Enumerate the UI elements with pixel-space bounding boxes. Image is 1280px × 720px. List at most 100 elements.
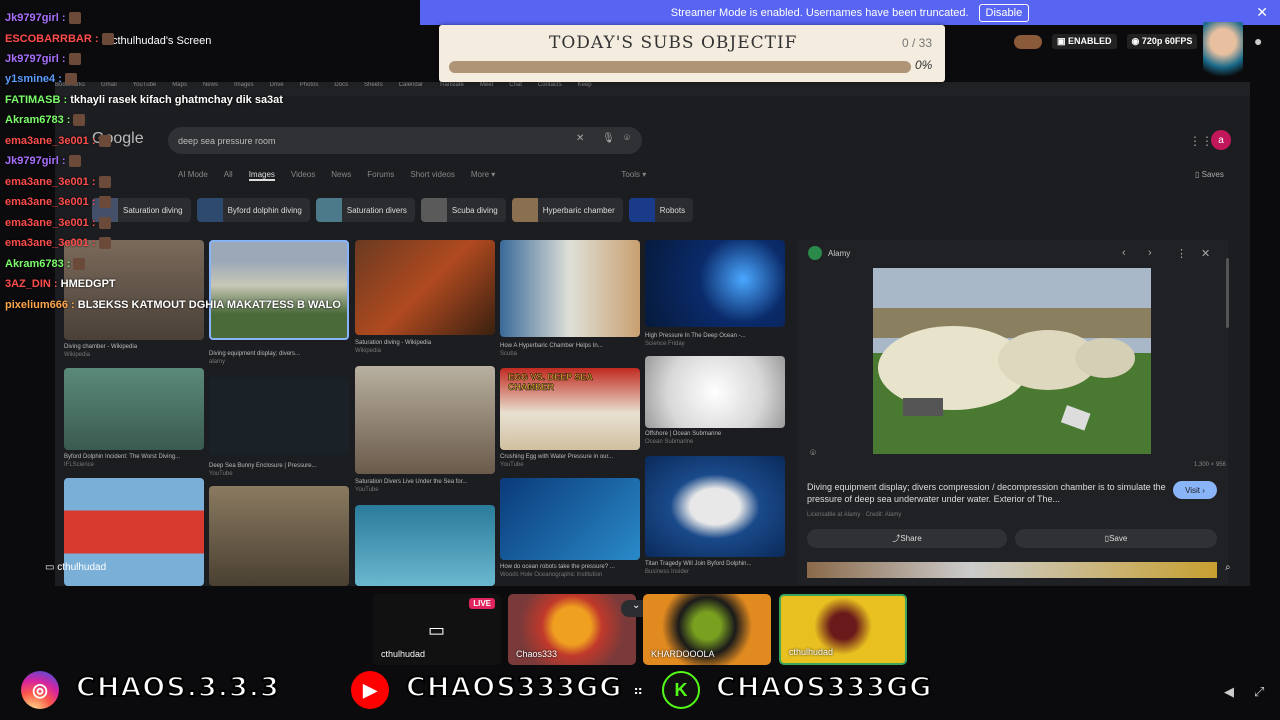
chat-message: ema3ane_3e001 : — [5, 135, 111, 148]
result-image[interactable] — [64, 240, 204, 340]
screen-icon: ▭ — [45, 562, 58, 573]
search-query: deep sea pressure room — [178, 135, 276, 146]
lens-icon[interactable]: ⌾ — [810, 448, 816, 459]
chat-message: y1smine4 : — [5, 73, 77, 86]
chat-message: Jk9797girl : — [5, 53, 81, 66]
filter-videos[interactable]: Videos — [291, 170, 315, 181]
result-image[interactable] — [355, 366, 495, 474]
result-image[interactable] — [209, 377, 349, 455]
result-image[interactable] — [500, 240, 640, 337]
close-icon[interactable]: ✕ — [1256, 4, 1268, 21]
chat-bubble-icon[interactable]: ● — [1254, 33, 1262, 49]
chat-username[interactable]: ESCOBARRBAR : — [5, 33, 99, 45]
compression-chamber-photo — [873, 268, 1151, 454]
previous-icon[interactable]: ‹ — [1122, 247, 1126, 259]
preview-image[interactable] — [873, 268, 1151, 454]
chat-username[interactable]: pixelium666 : — [5, 299, 75, 311]
result-caption[interactable]: How A Hyperbaric Chamber Helps In... Scub… — [500, 342, 640, 358]
objective-percent: 0% — [915, 58, 933, 72]
disable-button[interactable]: Disable — [978, 3, 1030, 22]
emote-icon — [98, 217, 111, 230]
result-caption[interactable]: How do ocean robots take the pressure? .… — [500, 563, 640, 579]
result-image[interactable] — [645, 456, 785, 557]
more-options-icon[interactable]: ⋮ — [1176, 247, 1187, 260]
chat-username[interactable]: ema3ane_3e001 : — [5, 217, 96, 229]
filter-news[interactable]: News — [331, 170, 351, 181]
zoom-icon[interactable]: ⌕ — [1225, 562, 1231, 573]
camera-tile[interactable]: KHARDOOOLA — [643, 594, 771, 665]
chat-username[interactable]: y1smine4 : — [5, 73, 62, 85]
result-caption[interactable]: Saturation Divers Live Under the Sea for… — [355, 478, 495, 494]
preview-caption[interactable]: Diving equipment display; divers compres… — [807, 481, 1167, 505]
filter-short-videos[interactable]: Short videos — [410, 170, 454, 181]
related-images-strip[interactable] — [807, 562, 1217, 578]
result-image[interactable] — [209, 486, 349, 586]
objective-progress-bar — [449, 61, 911, 73]
fullscreen-icon[interactable]: ⤢ — [1254, 684, 1264, 700]
filter-ai-mode[interactable]: AI Mode — [178, 170, 208, 181]
chip-robots[interactable]: Robots — [628, 198, 694, 222]
chat-username[interactable]: ema3ane_3e001 : — [5, 196, 96, 208]
youtube-handle: CHAOS333GG — [405, 671, 623, 704]
camera-tile[interactable]: ▭ LIVE cthulhudad — [373, 594, 501, 665]
close-preview-icon[interactable]: ✕ — [1201, 247, 1210, 260]
result-image[interactable] — [355, 505, 495, 586]
screen-share-icon: ▭ — [428, 620, 446, 640]
result-image[interactable] — [64, 368, 204, 450]
clear-icon[interactable]: ✕ — [576, 133, 584, 144]
result-image[interactable] — [645, 240, 785, 327]
chat-username[interactable]: Jk9797girl : — [5, 155, 66, 167]
chat-username[interactable]: Jk9797girl : — [5, 53, 66, 65]
microphone-icon[interactable]: 🎙 — [602, 133, 615, 144]
tools-button[interactable]: Tools ▾ — [621, 170, 646, 181]
camera-tile[interactable]: Chaos333 — [508, 594, 636, 665]
result-caption[interactable]: Crushing Egg with Water Pressure in our.… — [500, 453, 640, 469]
filter-all[interactable]: All — [224, 170, 233, 181]
chat-username[interactable]: ema3ane_3e001 : — [5, 176, 96, 188]
result-caption[interactable]: Titan Tragedy Will Join Byford Dolphin..… — [645, 560, 785, 576]
filter-images[interactable]: Images — [248, 170, 275, 181]
result-image[interactable]: EGG VS. DEEP SEA CHAMBER — [500, 368, 640, 450]
camera-search-icon[interactable]: ⌾ — [624, 133, 630, 144]
save-button[interactable]: ▯ Save — [1015, 529, 1217, 548]
visit-button[interactable]: Visit › — [1173, 481, 1217, 499]
chip-byford-dolphin[interactable]: Byford dolphin diving — [196, 198, 310, 222]
chat-username[interactable]: Akram6783 : — [5, 114, 70, 126]
chat-message: Jk9797girl : — [5, 12, 81, 25]
chat-username[interactable]: Jk9797girl : — [5, 12, 66, 24]
chip-saturation-divers[interactable]: Saturation divers — [315, 198, 415, 222]
result-image[interactable] — [355, 240, 495, 335]
chip-hyperbaric-chamber[interactable]: Hyperbaric chamber — [511, 198, 623, 222]
volume-icon[interactable]: ◀ — [1224, 684, 1234, 700]
result-caption[interactable]: Byford Dolphin Incident: The Worst Divin… — [64, 453, 204, 469]
chip-scuba-diving[interactable]: Scuba diving — [420, 198, 506, 222]
emote-icon — [101, 33, 114, 46]
result-image[interactable] — [645, 356, 785, 428]
result-caption[interactable]: High Pressure In The Deep Ocean -... Scie… — [645, 332, 785, 348]
bookmark-icon: ▯ — [1195, 170, 1202, 179]
apps-grid-icon[interactable]: ⋮⋮ — [1189, 134, 1213, 148]
saves-link[interactable]: ▯ Saves — [1195, 170, 1224, 179]
avatar[interactable]: a — [1211, 130, 1231, 150]
chat-username[interactable]: FATIMASB : — [5, 94, 67, 106]
preview-scrollbar[interactable] — [1226, 258, 1229, 328]
chat-username[interactable]: 3AZ_DIN : — [5, 278, 58, 290]
camera-label: KHARDOOOLA — [651, 649, 715, 659]
filter-forums[interactable]: Forums — [367, 170, 394, 181]
result-image[interactable] — [500, 478, 640, 560]
preview-source[interactable]: Alamy — [808, 246, 850, 260]
camera-tile-active[interactable]: cthulhudad — [779, 594, 907, 665]
share-button[interactable]: ⤴ Share — [807, 529, 1007, 548]
result-caption[interactable]: Diving equipment display; divers... alamy — [209, 350, 349, 366]
chat-username[interactable]: ema3ane_3e001 : — [5, 135, 96, 147]
result-caption[interactable]: Offshore | Ocean Submarine Ocean Submarin… — [645, 430, 785, 446]
search-input[interactable]: deep sea pressure room ✕ 🎙 ⌾ — [168, 127, 642, 154]
result-caption[interactable]: Saturation diving - Wikipedia Wikipedia — [355, 339, 495, 355]
chat-username[interactable]: Akram6783 : — [5, 258, 70, 270]
result-caption[interactable]: Deep Sea Bunny Enclosure | Pressure... Yo… — [209, 462, 349, 478]
result-image-selected[interactable] — [209, 240, 349, 340]
chat-username[interactable]: ema3ane_3e001 : — [5, 237, 96, 249]
result-caption[interactable]: Diving chamber - Wikipedia Wikipedia — [64, 343, 204, 359]
next-icon[interactable]: › — [1148, 247, 1152, 259]
filter-more[interactable]: More ▾ — [471, 170, 495, 181]
